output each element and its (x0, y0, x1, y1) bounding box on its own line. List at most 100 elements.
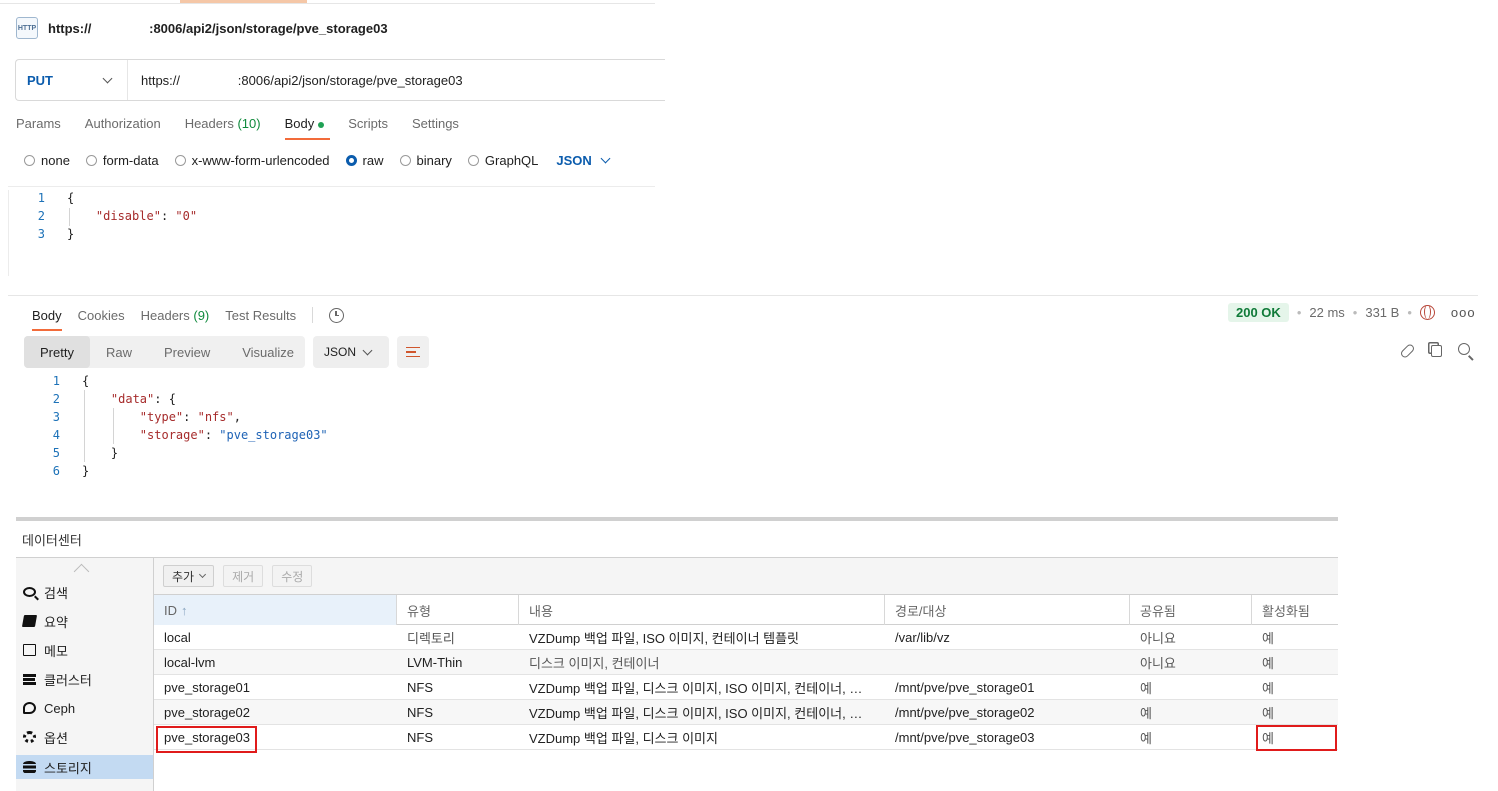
table-row[interactable]: pve_storage03 NFS VZDump 백업 파일, 디스크 이미지/mn… (154, 725, 1338, 750)
divider (312, 307, 314, 323)
table-row[interactable]: pve_storage02 NFS VZDump 백업 파일, 디스크 이미지, I… (154, 700, 1338, 725)
storage-toolbar: 추가 제거 수정 (154, 558, 1338, 595)
search-icon (23, 587, 36, 597)
status-badge[interactable]: 200 OK (1228, 302, 1289, 322)
table-header: ID ↑ 유형 내용 경로/대상 공유됨 활성화됨 (154, 595, 1338, 625)
method-select[interactable]: PUT (16, 60, 128, 100)
table-row[interactable]: local 디렉토리 VZDump 백업 파일, ISO 이미지, 컨테이너 템플릿… (154, 625, 1338, 650)
add-button[interactable]: 추가 (163, 565, 215, 587)
view-visualize[interactable]: Visualize (226, 336, 310, 368)
radio-urlencoded[interactable]: x-www-form-urlencoded (174, 153, 330, 168)
view-raw[interactable]: Raw (90, 336, 148, 368)
table-row[interactable]: pve_storage01 NFS VZDump 백업 파일, 디스크 이미지, I… (154, 675, 1338, 700)
resp-tab-cookies[interactable]: Cookies (78, 308, 125, 323)
request-body-editor[interactable]: 1{ 2 "disable": "0" 3} (15, 189, 197, 243)
response-size[interactable]: 331 B (1365, 305, 1399, 320)
body-type-options: none form-data x-www-form-urlencoded raw… (24, 150, 611, 170)
chevron-down-icon (102, 73, 113, 83)
book-icon (21, 615, 38, 627)
code-line: 4 "storage": "pve_storage03" (52, 428, 328, 442)
radio-raw[interactable]: raw (345, 153, 384, 168)
method-label: PUT (27, 72, 53, 88)
highlight-box-enabled (1256, 725, 1337, 751)
wrap-lines-button[interactable] (397, 336, 429, 368)
network-globe-icon[interactable] (1419, 304, 1435, 320)
request-title[interactable]: https:// :8006/api2/json/storage/pve_sto… (48, 21, 388, 36)
copy-icon[interactable] (1431, 345, 1442, 357)
view-preview[interactable]: Preview (148, 336, 226, 368)
column-header-content[interactable]: 내용 (519, 595, 885, 625)
wrap-lines-icon (406, 347, 420, 357)
history-icon[interactable] (329, 307, 345, 323)
indent-guide (84, 390, 85, 462)
scroll-up-icon[interactable] (73, 563, 90, 580)
sidebar-item-notes[interactable]: 메모 (16, 638, 153, 662)
table-row[interactable]: local-lvm LVM-Thin 디스크 이미지, 컨테이너 아니요 예 (154, 650, 1338, 675)
resp-tab-body[interactable]: Body (32, 308, 62, 331)
edit-button[interactable]: 수정 (272, 565, 313, 587)
divider (8, 186, 655, 187)
tab-settings[interactable]: Settings (412, 112, 459, 140)
view-pretty[interactable]: Pretty (24, 336, 90, 368)
response-body-viewer[interactable]: 1{ 2 "data": { 3 "type": "nfs", 4 "stora… (30, 372, 328, 480)
database-icon (23, 760, 36, 774)
link-icon[interactable] (1399, 342, 1416, 360)
radio-graphql[interactable]: GraphQL (467, 153, 538, 168)
chevron-down-icon (362, 345, 373, 355)
code-line: 2 "data": { (52, 392, 176, 406)
column-header-type[interactable]: 유형 (397, 595, 519, 625)
sort-asc-icon: ↑ (181, 602, 188, 618)
url-bar: PUT https:// :8006/api2/json/storage/pve… (15, 59, 665, 101)
column-header-path[interactable]: 경로/대상 (885, 595, 1130, 625)
more-options-icon[interactable]: ooo (1451, 305, 1476, 320)
body-format-select[interactable]: JSON (556, 153, 611, 168)
sidebar-item-options[interactable]: 옵션 (16, 725, 153, 749)
radio-icon (467, 154, 479, 166)
response-time[interactable]: 22 ms (1309, 305, 1344, 320)
radio-selected-icon (345, 154, 357, 166)
response-view-mode: Pretty Raw Preview Visualize (24, 336, 305, 368)
resp-tab-headers[interactable]: Headers (9) (141, 308, 210, 323)
radio-icon (85, 154, 97, 166)
sidebar-item-search[interactable]: 검색 (16, 580, 153, 604)
code-line: 3 "type": "nfs", (52, 410, 241, 424)
code-line: 3} (37, 227, 75, 241)
sidebar-item-ceph[interactable]: Ceph (16, 696, 153, 720)
radio-none[interactable]: none (24, 153, 70, 168)
indent-guide (113, 408, 114, 444)
column-header-id[interactable]: ID ↑ (154, 595, 397, 625)
divider (0, 3, 655, 4)
tab-headers[interactable]: Headers (10) (185, 112, 261, 140)
radio-form-data[interactable]: form-data (85, 153, 159, 168)
column-header-enabled[interactable]: 활성화됨 (1252, 595, 1338, 625)
divider (8, 295, 1478, 296)
tab-body[interactable]: Body (284, 112, 330, 140)
resp-tab-test-results[interactable]: Test Results (225, 308, 296, 323)
headers-count: (10) (237, 116, 261, 131)
chevron-down-icon (600, 153, 611, 163)
response-format-select[interactable]: JSON (313, 336, 389, 368)
tab-scripts[interactable]: Scripts (348, 112, 388, 140)
radio-icon (174, 154, 186, 166)
request-tabs: Params Authorization Headers (10) Body S… (16, 112, 459, 140)
sidebar-item-summary[interactable]: 요약 (16, 609, 153, 633)
divider (8, 190, 9, 276)
code-line: 2 "disable": "0" (37, 209, 198, 223)
search-icon[interactable] (1458, 343, 1470, 355)
remove-button[interactable]: 제거 (223, 565, 264, 587)
column-header-shared[interactable]: 공유됨 (1130, 595, 1252, 625)
gear-icon (23, 731, 36, 743)
sidebar-item-storage[interactable]: 스토리지 (16, 755, 153, 779)
radio-icon (399, 154, 411, 166)
panel-title: 데이터센터 (16, 521, 1338, 558)
code-line: 5 } (52, 446, 119, 460)
server-icon (23, 673, 36, 685)
url-input[interactable]: https:// :8006/api2/json/storage/pve_sto… (128, 73, 463, 88)
tab-params[interactable]: Params (16, 112, 61, 140)
chevron-down-icon (199, 570, 207, 579)
http-icon: HTTP (16, 17, 38, 39)
code-line: 1{ (52, 374, 90, 388)
radio-binary[interactable]: binary (399, 153, 452, 168)
sidebar-item-cluster[interactable]: 클러스터 (16, 667, 153, 691)
tab-authorization[interactable]: Authorization (85, 112, 161, 140)
